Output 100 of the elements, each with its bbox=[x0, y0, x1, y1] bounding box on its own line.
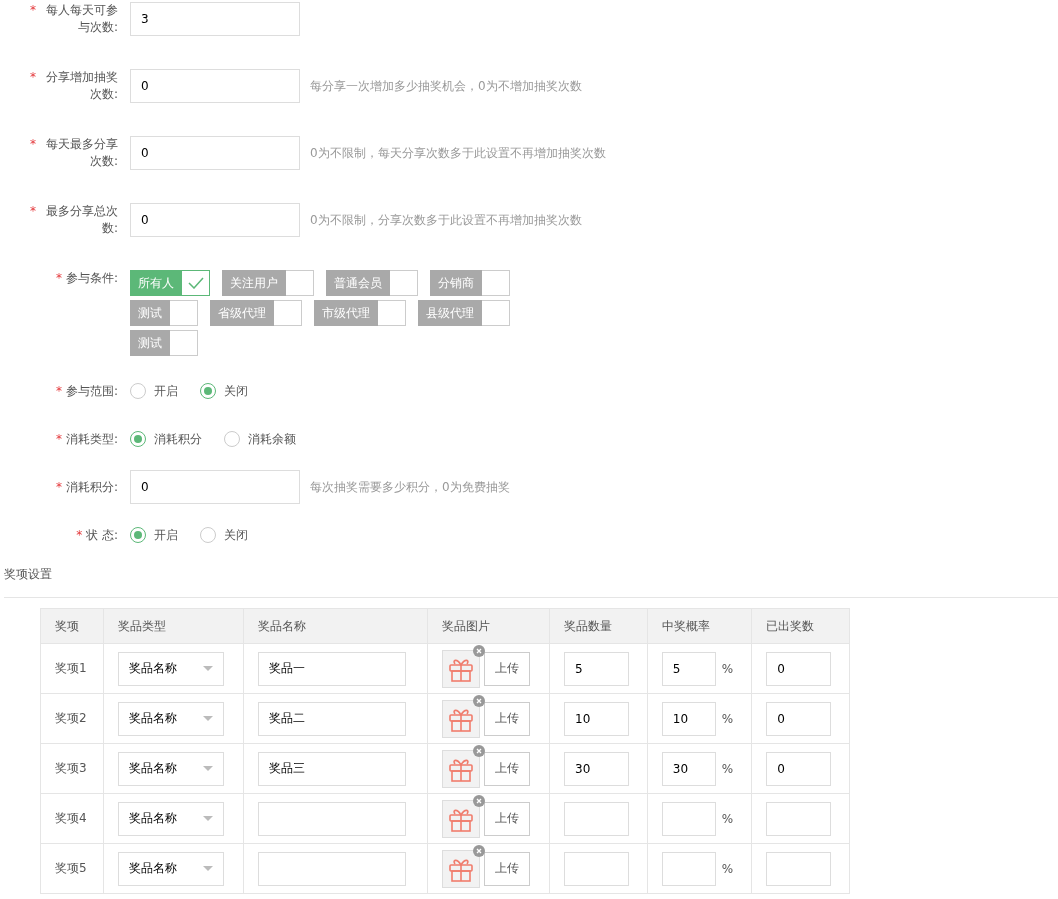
percent-sign: % bbox=[721, 711, 734, 726]
required-mark: * bbox=[30, 203, 36, 220]
name-input[interactable]: 奖品一 bbox=[258, 651, 407, 686]
field-label: 每天最多分享次数: bbox=[45, 136, 118, 170]
type-dropdown[interactable]: 奖品名称 bbox=[118, 751, 225, 786]
column-header: 奖品图片 bbox=[427, 608, 550, 644]
remove-icon[interactable] bbox=[473, 844, 486, 857]
type-dropdown[interactable]: 奖品名称 bbox=[118, 701, 225, 736]
field-label: 参与范围: bbox=[65, 383, 118, 400]
checkbox[interactable] bbox=[390, 270, 418, 296]
required-mark: * bbox=[30, 2, 36, 19]
issued-input[interactable]: 0 bbox=[766, 651, 832, 686]
table-cell: 奖项4 bbox=[40, 793, 104, 844]
field-label: 最多分享总次数: bbox=[45, 203, 118, 237]
hint-text: 每分享一次增加多少抽奖机会，0为不增加抽奖次数 bbox=[310, 78, 582, 95]
remove-icon[interactable] bbox=[473, 794, 486, 807]
checkbox[interactable] bbox=[286, 270, 314, 296]
table-cell: 奖项2 bbox=[40, 693, 104, 744]
hint-text: 0为不限制，每天分享次数多于此设置不再增加抽奖次数 bbox=[310, 145, 606, 162]
type-dropdown[interactable]: 奖品名称 bbox=[118, 801, 225, 836]
checkbox[interactable] bbox=[482, 300, 510, 326]
caret-icon bbox=[203, 666, 214, 671]
remove-icon[interactable] bbox=[473, 744, 486, 757]
percent-sign: % bbox=[721, 861, 734, 876]
checkbox[interactable] bbox=[274, 300, 302, 326]
checkbox[interactable] bbox=[170, 300, 198, 326]
percent-sign: % bbox=[721, 811, 734, 826]
required-mark: * bbox=[55, 270, 62, 287]
caret-icon bbox=[203, 766, 214, 771]
text-input[interactable]: 0 bbox=[130, 470, 300, 504]
rate-input[interactable] bbox=[661, 801, 716, 836]
rate-input[interactable]: 30 bbox=[661, 751, 716, 786]
text-input[interactable]: 0 bbox=[130, 69, 300, 103]
quantity-input[interactable]: 10 bbox=[564, 701, 630, 736]
checkbox[interactable] bbox=[482, 270, 510, 296]
issued-input[interactable]: 0 bbox=[766, 751, 832, 786]
required-mark: * bbox=[55, 479, 62, 496]
type-dropdown[interactable]: 奖品名称 bbox=[118, 651, 225, 686]
section-title: 奖项设置 bbox=[4, 566, 1058, 598]
field-label: 分享增加抽奖次数: bbox=[45, 69, 118, 103]
required-mark: * bbox=[55, 431, 62, 448]
required-mark: * bbox=[30, 136, 36, 153]
upload-button[interactable]: 上传 bbox=[484, 751, 531, 786]
field-label: 消耗积分: bbox=[65, 479, 118, 496]
column-header: 奖品数量 bbox=[549, 608, 648, 644]
name-input[interactable] bbox=[258, 801, 407, 836]
hint-text: 每次抽奖需要多少积分，0为免费抽奖 bbox=[310, 479, 510, 496]
field-label: 状 态: bbox=[86, 527, 118, 544]
hint-text: 0为不限制，分享次数多于此设置不再增加抽奖次数 bbox=[310, 212, 582, 229]
name-input[interactable]: 奖品三 bbox=[258, 751, 407, 786]
percent-sign: % bbox=[721, 761, 734, 776]
checkbox[interactable] bbox=[378, 300, 406, 326]
checkbox[interactable] bbox=[182, 270, 210, 296]
rate-input[interactable]: 5 bbox=[661, 651, 716, 686]
required-mark: * bbox=[30, 69, 36, 86]
name-input[interactable]: 奖品二 bbox=[258, 701, 407, 736]
radio-label: 关闭 bbox=[224, 382, 248, 400]
quantity-input[interactable]: 30 bbox=[564, 751, 630, 786]
column-header: 奖品名称 bbox=[243, 608, 428, 644]
field-label: 每人每天可参与次数: bbox=[45, 2, 118, 36]
rate-input[interactable] bbox=[661, 851, 716, 886]
quantity-input[interactable]: 5 bbox=[564, 651, 630, 686]
radio-label: 消耗积分 bbox=[154, 430, 202, 448]
issued-input[interactable] bbox=[766, 851, 832, 886]
radio-label: 开启 bbox=[154, 382, 178, 400]
column-header: 已出奖数 bbox=[751, 608, 850, 644]
table-cell: 奖项3 bbox=[40, 743, 104, 794]
issued-input[interactable] bbox=[766, 801, 832, 836]
column-header: 中奖概率 bbox=[647, 608, 752, 644]
type-dropdown[interactable]: 奖品名称 bbox=[118, 851, 225, 886]
upload-button[interactable]: 上传 bbox=[484, 701, 531, 736]
text-input[interactable]: 0 bbox=[130, 203, 300, 237]
name-input[interactable] bbox=[258, 851, 407, 886]
caret-icon bbox=[203, 716, 214, 721]
caret-icon bbox=[203, 816, 214, 821]
upload-button[interactable]: 上传 bbox=[484, 851, 531, 886]
required-mark: * bbox=[55, 383, 62, 400]
remove-icon[interactable] bbox=[473, 694, 486, 707]
checkbox[interactable] bbox=[170, 330, 198, 356]
issued-input[interactable]: 0 bbox=[766, 701, 832, 736]
required-mark: * bbox=[76, 527, 83, 544]
remove-icon[interactable] bbox=[473, 644, 486, 657]
table-cell: 奖项1 bbox=[40, 643, 104, 694]
quantity-input[interactable] bbox=[564, 801, 630, 836]
radio-label: 开启 bbox=[154, 526, 178, 544]
rate-input[interactable]: 10 bbox=[661, 701, 716, 736]
radio-label: 关闭 bbox=[224, 526, 248, 544]
upload-button[interactable]: 上传 bbox=[484, 801, 531, 836]
text-input[interactable]: 3 bbox=[130, 2, 300, 36]
quantity-input[interactable] bbox=[564, 851, 630, 886]
column-header: 奖项 bbox=[40, 608, 104, 644]
text-input[interactable]: 0 bbox=[130, 136, 300, 170]
column-header: 奖品类型 bbox=[103, 608, 244, 644]
caret-icon bbox=[203, 866, 214, 871]
field-label: 参与条件: bbox=[65, 270, 118, 287]
field-label: 消耗类型: bbox=[65, 431, 118, 448]
check-icon bbox=[187, 277, 204, 289]
table-cell: 奖项5 bbox=[40, 843, 104, 894]
upload-button[interactable]: 上传 bbox=[484, 651, 531, 686]
radio-label: 消耗余额 bbox=[248, 430, 296, 448]
